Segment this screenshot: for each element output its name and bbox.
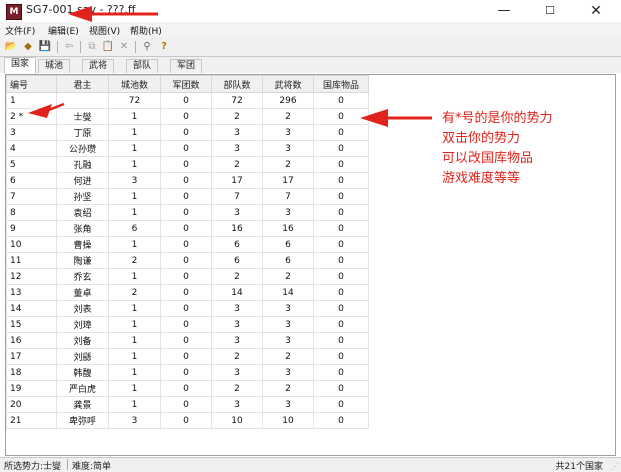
title-arrow-icon: [68, 6, 158, 22]
note-arrow-icon: [360, 109, 432, 127]
status-count: 共21个国家: [555, 462, 603, 472]
star-arrow-icon: [28, 102, 65, 118]
tab-countries[interactable]: 国家: [4, 57, 37, 74]
status-divider: [67, 459, 68, 470]
status-difficulty: 难度:简单: [72, 462, 112, 472]
status-selected: 所选势力:士燮: [4, 462, 62, 472]
resize-grip-icon[interactable]: ⋰: [611, 462, 619, 471]
status-bar: 所选势力:士燮 难度:简单 共21个国家 ⋰: [0, 457, 621, 472]
annotation-arrows: [28, 6, 432, 127]
